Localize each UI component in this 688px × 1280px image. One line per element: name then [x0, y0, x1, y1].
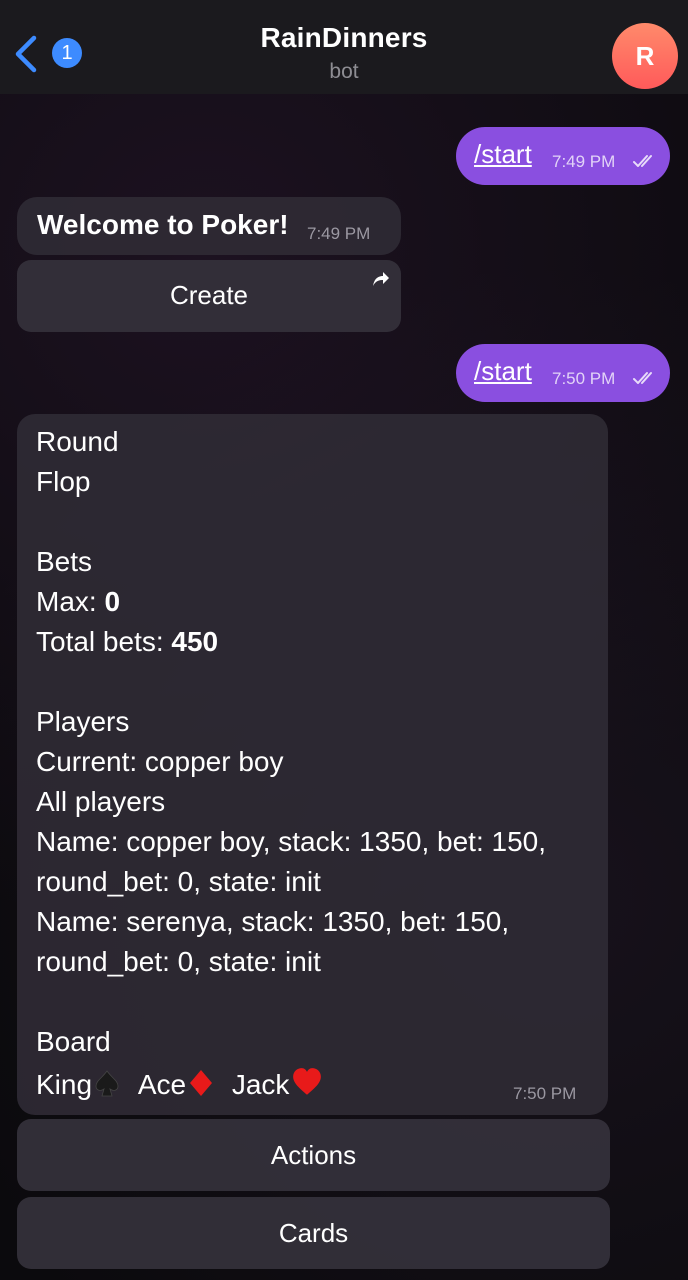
current-player: Current: copper boy [36, 746, 284, 777]
command-link[interactable]: /start [474, 139, 532, 170]
game-status-message[interactable]: Round Flop Bets Max: 0 Total bets: 450 P… [17, 414, 608, 1115]
spade-icon [95, 1070, 119, 1097]
chat-header: 1 RainDinners bot R [0, 0, 688, 94]
avatar[interactable]: R [612, 23, 678, 89]
total-bets-line: Total bets: 450 [36, 626, 218, 658]
all-players-heading: All players [36, 786, 166, 817]
message-time: 7:49 PM [307, 224, 371, 243]
players-heading: Players [36, 706, 130, 737]
max-bet-line: Max: 0 [36, 586, 120, 618]
create-button[interactable]: Create [17, 260, 401, 332]
round-heading: Round [36, 426, 119, 457]
actions-button-label: Actions [270, 1140, 357, 1170]
chat-title[interactable]: RainDinners [0, 22, 688, 54]
create-button-label: Create [169, 280, 249, 310]
command-link[interactable]: /start [474, 356, 532, 387]
round-value: Flop [36, 466, 91, 497]
player-2-line-2: round_bet: 0, state: init [36, 946, 321, 977]
forward-arrow-icon [373, 272, 389, 286]
double-check-icon [633, 155, 652, 167]
player-1-line-2: round_bet: 0, state: init [36, 866, 321, 897]
total-bets-value: 450 [171, 626, 219, 657]
double-check-icon [633, 372, 652, 384]
cards-button[interactable]: Cards [17, 1197, 610, 1269]
actions-button[interactable]: Actions [17, 1119, 610, 1191]
card-king: King [36, 1069, 93, 1100]
message-time: 7:50 PM [552, 369, 616, 388]
board-cards: King Ace Jack [36, 1066, 325, 1101]
heart-icon [293, 1068, 322, 1095]
diamond-icon [190, 1070, 213, 1096]
max-bet-value: 0 [104, 586, 121, 617]
message-time: 7:49 PM [552, 152, 616, 171]
board-heading: Board [36, 1026, 111, 1057]
incoming-message[interactable]: Welcome to Poker! 7:49 PM [17, 197, 401, 255]
bets-heading: Bets [36, 546, 93, 577]
outgoing-message[interactable]: /start 7:49 PM [456, 127, 670, 185]
total-bets-label: Total bets: [36, 626, 172, 657]
max-bet-label: Max: [36, 586, 105, 617]
outgoing-message[interactable]: /start 7:50 PM [456, 344, 670, 402]
card-ace: Ace [137, 1069, 187, 1100]
card-jack: Jack [231, 1069, 290, 1100]
cards-button-label: Cards [278, 1218, 349, 1248]
message-time: 7:50 PM [513, 1084, 577, 1103]
message-text: Welcome to Poker! [37, 209, 289, 240]
player-1-line-1: Name: copper boy, stack: 1350, bet: 150, [36, 826, 547, 857]
player-2-line-1: Name: serenya, stack: 1350, bet: 150, [36, 906, 510, 937]
chat-subtitle: bot [329, 60, 359, 83]
